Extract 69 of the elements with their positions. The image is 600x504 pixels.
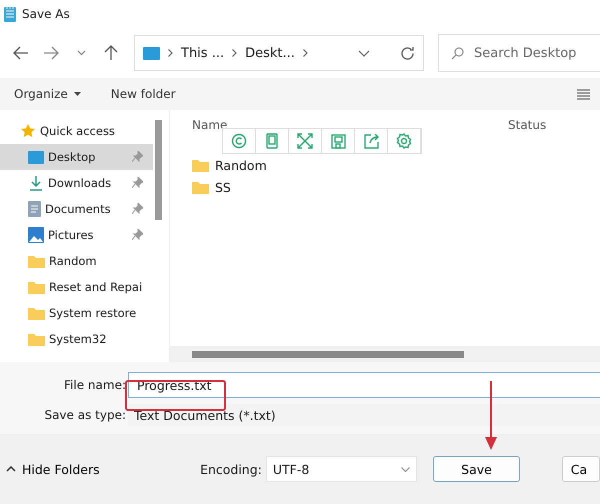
settings-icon[interactable] xyxy=(396,133,412,149)
chevron-down-icon xyxy=(401,466,410,472)
chevron-right-icon xyxy=(232,49,238,57)
tablet-icon[interactable] xyxy=(266,133,278,149)
breadcrumb-item[interactable]: Deskt... xyxy=(245,46,295,60)
search-icon xyxy=(451,46,464,60)
arrow xyxy=(484,381,498,451)
address-bar[interactable]: This ... Deskt... xyxy=(134,35,424,71)
document-icon xyxy=(28,201,41,217)
save-icon[interactable] xyxy=(330,134,346,148)
new-folder-button[interactable]: New folder xyxy=(110,87,176,101)
sidebar-item[interactable]: Documents xyxy=(0,196,153,222)
scrollbar-thumb[interactable] xyxy=(192,350,464,358)
star-icon xyxy=(20,123,36,139)
file-name-field[interactable]: Progress.txt xyxy=(128,372,600,398)
download-icon xyxy=(28,175,44,191)
sidebar-item[interactable]: Random xyxy=(0,248,153,274)
field-label: File name: xyxy=(63,378,127,392)
view-menu-icon[interactable] xyxy=(577,88,590,100)
sidebar-item[interactable]: Quick access xyxy=(0,118,153,144)
share-icon[interactable] xyxy=(364,134,378,148)
notepad-icon xyxy=(4,6,16,22)
chevron-up-icon xyxy=(6,466,16,472)
desktop-icon xyxy=(28,150,44,164)
folder-icon xyxy=(28,306,45,320)
file-name[interactable]: Random xyxy=(215,158,267,172)
field-label: Save as type: xyxy=(43,408,127,422)
sidebar-item[interactable]: Downloads xyxy=(0,170,153,196)
folder-icon xyxy=(28,280,45,294)
organize-menu[interactable]: Organize xyxy=(14,87,81,101)
up-arrow-icon xyxy=(104,45,118,61)
breadcrumb-item[interactable]: This ... xyxy=(181,46,224,60)
window-title: Save As xyxy=(22,7,70,21)
caret-icon xyxy=(74,92,81,96)
back-arrow-icon xyxy=(13,46,29,60)
search-field[interactable]: Search Desktop xyxy=(438,34,600,72)
folder-icon xyxy=(28,254,45,268)
chevron-down-icon[interactable] xyxy=(358,50,370,56)
pin-icon xyxy=(132,229,143,240)
field-label: Encoding: xyxy=(200,462,262,476)
chevron-right-icon xyxy=(302,49,308,57)
column-header[interactable]: Name xyxy=(192,118,508,132)
sidebar-item[interactable]: Pictures xyxy=(0,222,153,248)
refresh-icon[interactable] xyxy=(400,46,415,60)
chevron-down-icon xyxy=(76,50,86,56)
hide-folders-button[interactable]: Hide Folders xyxy=(6,462,194,476)
file-name[interactable]: SS xyxy=(215,180,231,194)
column-header[interactable]: Status xyxy=(508,118,588,132)
scrollbar-thumb[interactable] xyxy=(155,120,162,220)
encoding-dropdown[interactable]: UTF-8 xyxy=(266,456,418,482)
sidebar-item[interactable]: Desktop xyxy=(0,144,153,170)
desktop-icon xyxy=(143,46,160,60)
file-type-dropdown[interactable]: Text Documents (*.txt) xyxy=(128,404,600,426)
cancel-button[interactable]: Ca xyxy=(562,456,600,482)
expand-icon[interactable] xyxy=(297,133,313,149)
save-button[interactable]: Save xyxy=(433,456,520,482)
folder-icon xyxy=(192,180,209,194)
folder-icon xyxy=(28,332,45,346)
pin-icon xyxy=(132,177,143,188)
pin-icon xyxy=(132,203,143,214)
folder-icon xyxy=(192,158,209,172)
sidebar-item[interactable]: System restore xyxy=(0,300,153,326)
copyright-icon[interactable] xyxy=(231,133,247,149)
forward-arrow-icon xyxy=(43,46,59,60)
picture-icon xyxy=(28,227,44,243)
chevron-right-icon xyxy=(168,49,173,57)
sidebar-item[interactable]: System32 xyxy=(0,326,153,352)
sidebar-item[interactable]: Reset and Repai xyxy=(0,274,153,300)
pin-icon xyxy=(132,151,143,162)
